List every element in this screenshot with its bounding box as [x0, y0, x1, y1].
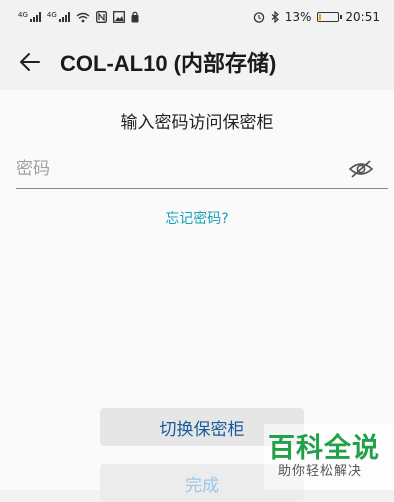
network-type-label: 4G [18, 11, 28, 19]
password-field-wrapper [16, 152, 388, 189]
lock-icon [131, 11, 139, 23]
nfc-icon [95, 11, 107, 23]
page-title: COL-AL10 (内部存储) [60, 51, 277, 76]
back-button[interactable] [16, 48, 44, 76]
alarm-icon [253, 12, 264, 23]
clock: 20:51 [345, 10, 380, 24]
network-type-label: 4G [46, 11, 57, 19]
bluetooth-icon [271, 11, 279, 23]
password-prompt: 输入密码访问保密柜 [120, 113, 274, 133]
status-left: 4G 4G [18, 11, 139, 23]
watermark: 百科全说 助你轻松解决 [264, 424, 394, 490]
signal-icon: 4G [18, 12, 41, 22]
wifi-icon [76, 12, 90, 22]
forgot-password-link[interactable]: 忘记密码? [0, 208, 394, 228]
image-icon [112, 11, 125, 23]
eye-off-icon[interactable] [348, 158, 374, 180]
status-right: 13% 20:51 [253, 10, 380, 24]
arrow-left-icon [20, 53, 40, 71]
app-header: COL-AL10 (内部存储) [0, 34, 394, 90]
battery-icon [317, 12, 343, 22]
password-input[interactable] [16, 152, 336, 186]
status-bar: 4G 4G 13% 20:51 [0, 0, 394, 34]
battery-percent: 13% [284, 10, 312, 24]
signal-icon: 4G [47, 12, 70, 22]
battery-level [319, 14, 322, 20]
watermark-slogan: 助你轻松解决 [278, 464, 363, 479]
